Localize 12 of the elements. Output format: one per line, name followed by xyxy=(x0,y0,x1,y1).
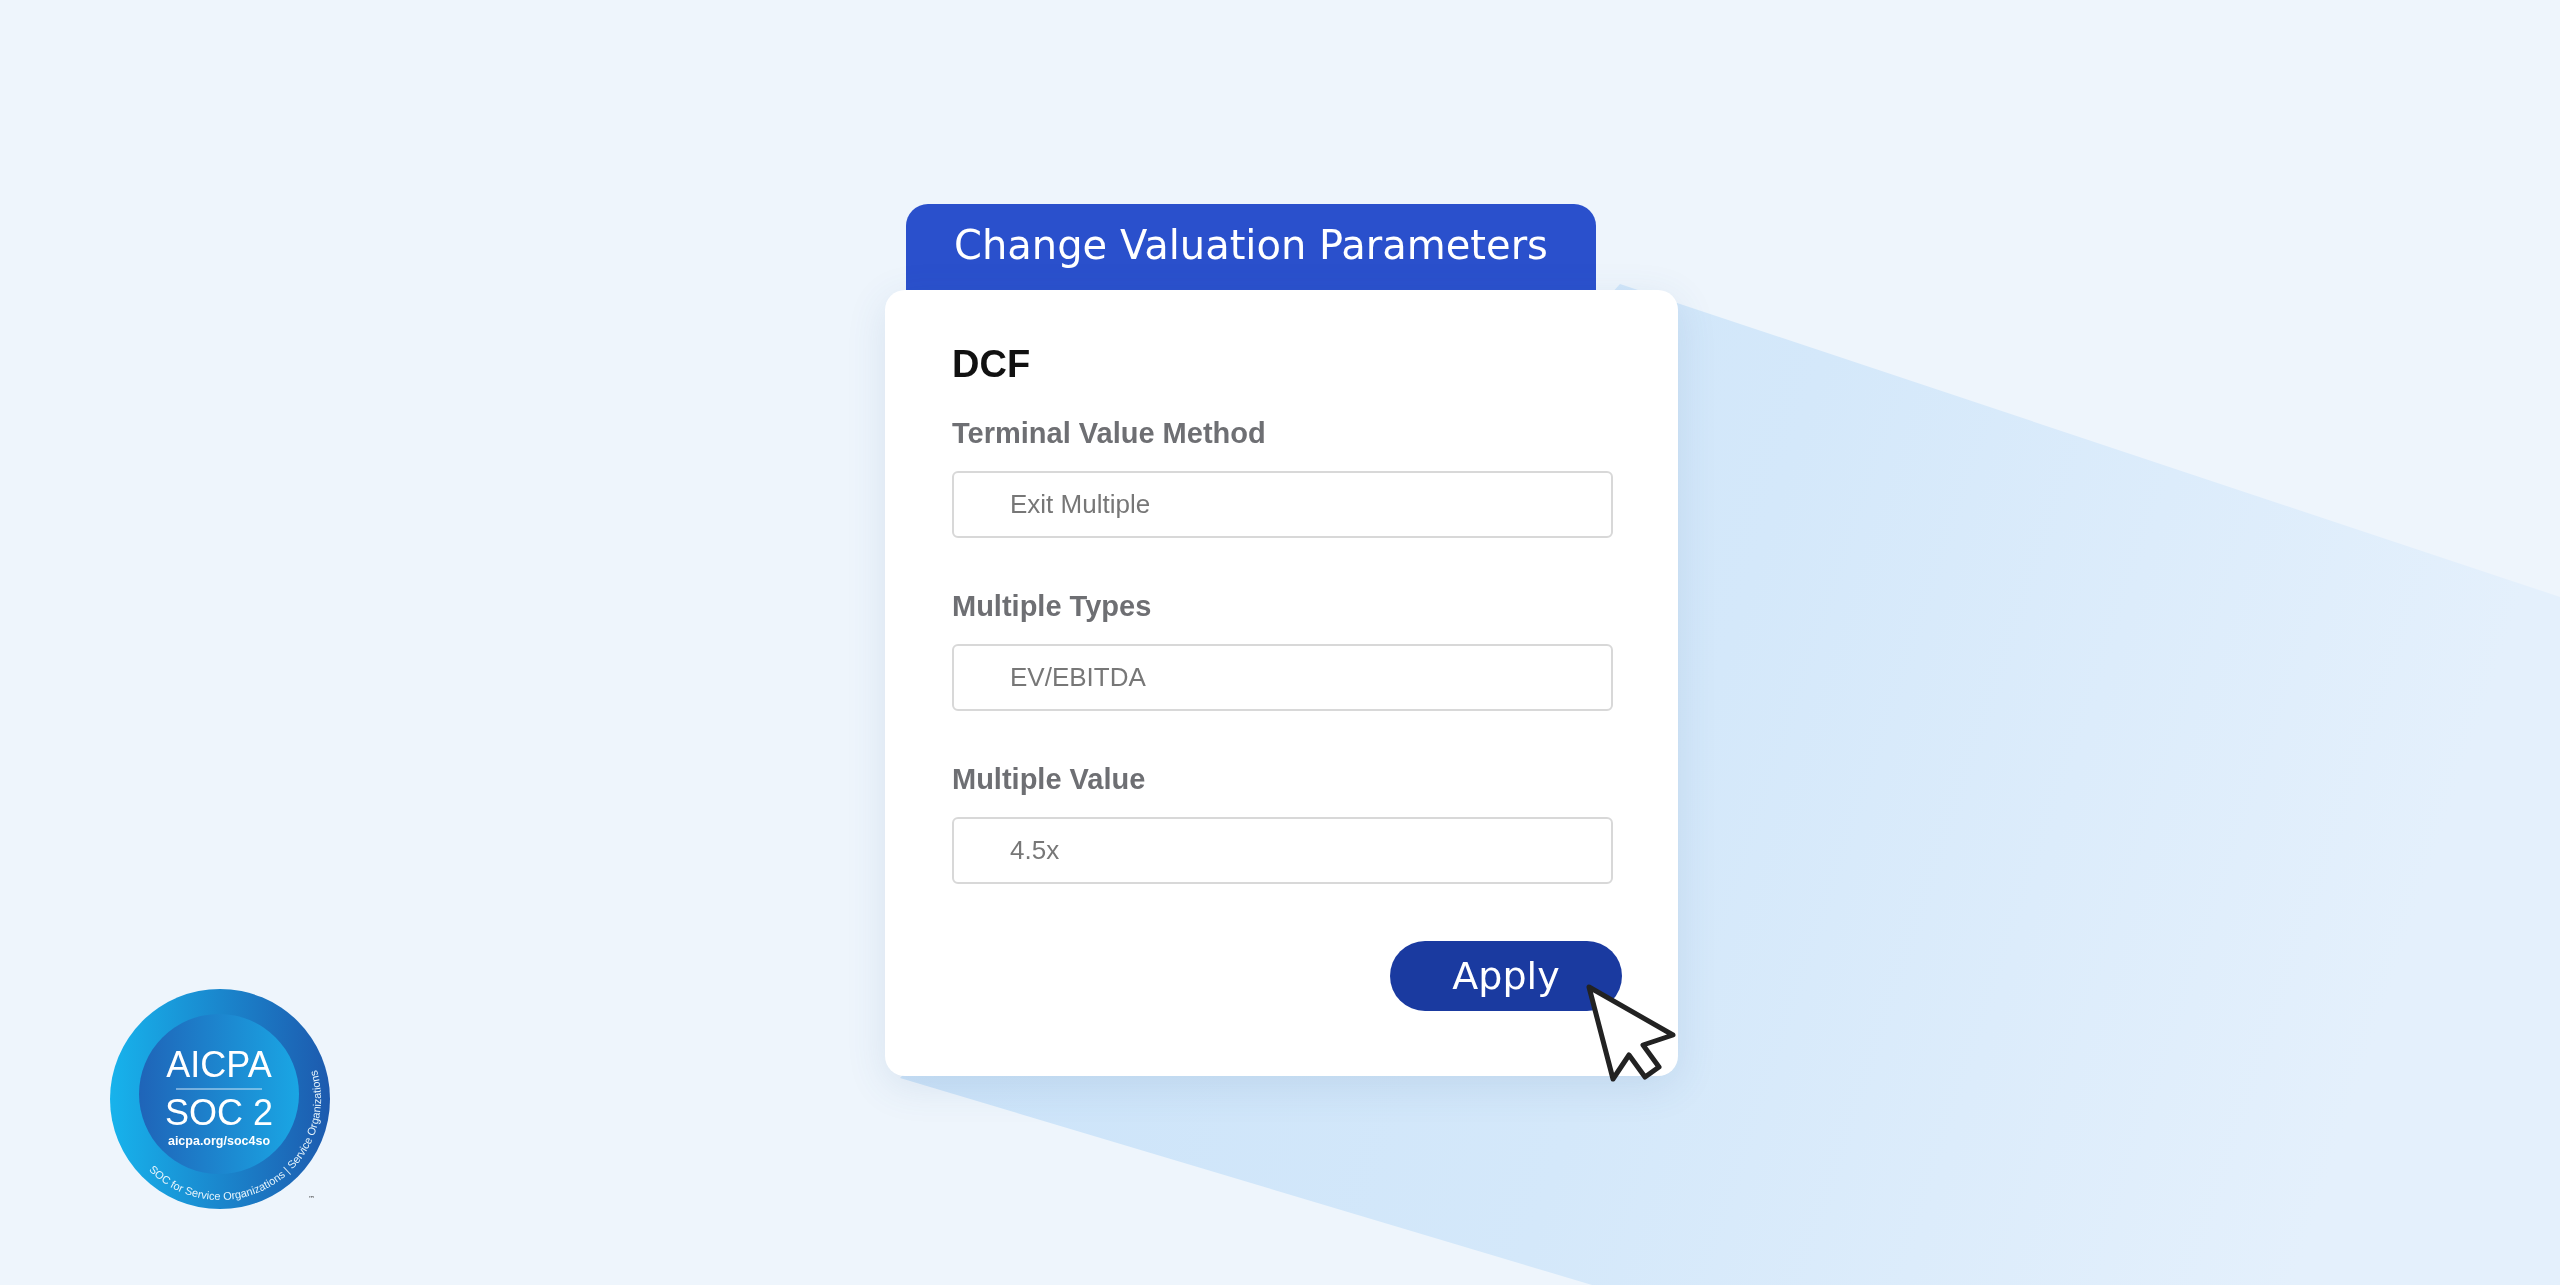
apply-button[interactable]: Apply xyxy=(1390,941,1622,1011)
badge-subtitle: SOC 2 xyxy=(165,1092,273,1133)
text-input[interactable]: EV/EBITDA xyxy=(952,644,1613,711)
text-input[interactable]: Exit Multiple xyxy=(952,471,1613,538)
field-label: Multiple Value xyxy=(952,762,1146,797)
section-heading: DCF xyxy=(952,342,1031,387)
dialog-title-bar: Change Valuation Parameters xyxy=(906,204,1596,290)
field-label: Multiple Types xyxy=(952,589,1152,624)
field-label: Terminal Value Method xyxy=(952,416,1266,451)
badge-url: aicpa.org/soc4so xyxy=(167,1134,271,1148)
badge-title: AICPA xyxy=(166,1044,272,1085)
text-input[interactable]: 4.5x xyxy=(952,817,1613,884)
